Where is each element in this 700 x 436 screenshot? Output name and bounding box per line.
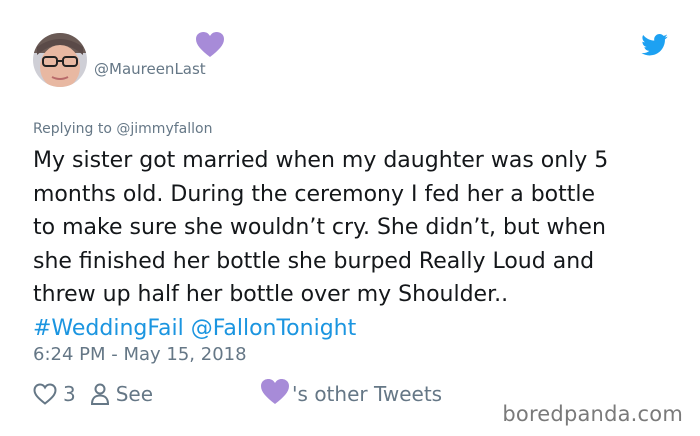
user-handle[interactable]: @MaureenLast (94, 60, 206, 78)
tweet-line: she finished her bottle she burped Reall… (33, 248, 595, 274)
other-tweets-label[interactable]: 's other Tweets (292, 382, 442, 406)
twitter-bird-icon[interactable] (641, 34, 668, 56)
heart-icon (261, 378, 290, 404)
hashtag-link[interactable]: #WeddingFail (33, 316, 184, 341)
avatar[interactable] (33, 33, 87, 87)
tweet-line: to make sure she wouldn’t cry. She didn’… (33, 215, 606, 240)
tweet-line-links: #WeddingFail @FallonTonight (33, 312, 683, 346)
like-count: 3 (63, 382, 76, 406)
heart-icon (196, 32, 224, 57)
tweet-line: months old. During the ceremony I fed he… (33, 181, 596, 207)
person-icon (90, 383, 109, 405)
mention-link[interactable]: @FallonTonight (191, 316, 357, 341)
tweet-text: My sister got married when my daughter w… (33, 144, 683, 345)
see-label[interactable]: See (116, 382, 153, 406)
tweet-line: My sister got married when my daughter w… (33, 148, 609, 173)
tweet-card: @MaureenLast Replying to @jimmyfallon My… (0, 0, 700, 436)
like-heart-icon[interactable] (33, 383, 57, 405)
replying-prefix: Replying to (33, 121, 117, 137)
replying-to-mention[interactable]: @jimmyfallon (116, 121, 212, 137)
tweet-line: threw up half her bottle over my Shoulde… (33, 282, 509, 307)
tweet-actions: 3 See 's other Tweets (33, 378, 442, 410)
timestamp[interactable]: 6:24 PM - May 15, 2018 (33, 344, 247, 365)
watermark: boredpanda.com (502, 402, 683, 426)
replying-to: Replying to @jimmyfallon (33, 121, 212, 137)
